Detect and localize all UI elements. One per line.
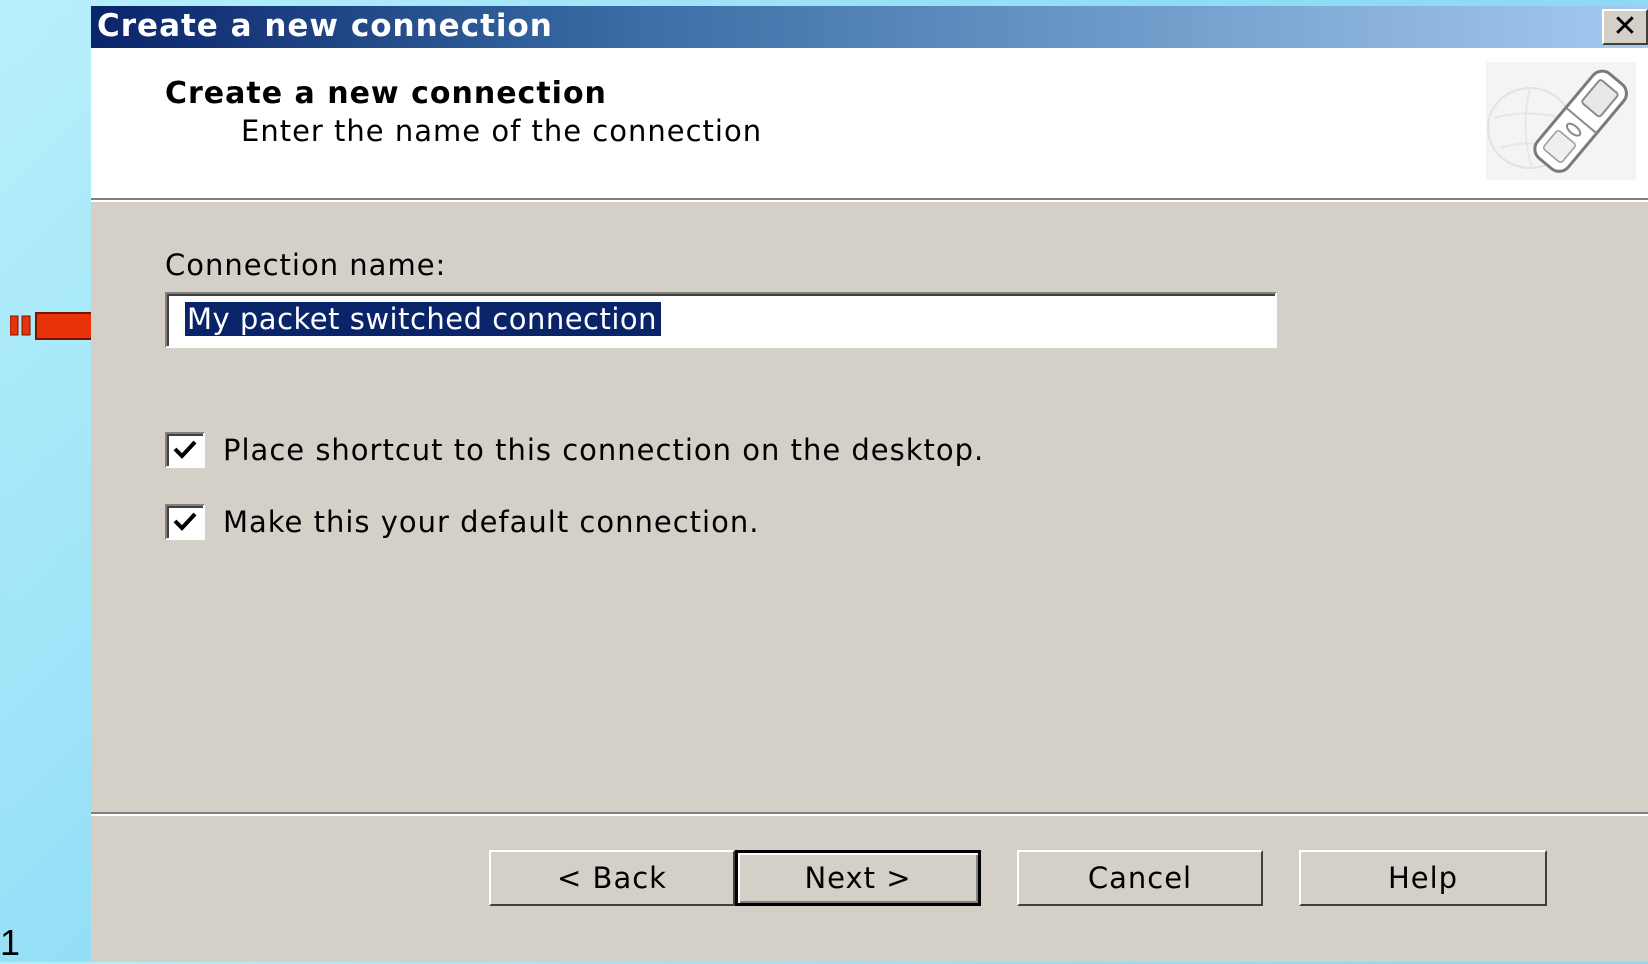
close-icon: ✕ xyxy=(1612,9,1638,44)
checkmark-icon xyxy=(173,512,197,531)
checkmark-icon xyxy=(173,440,197,459)
desktop-shortcut-row[interactable]: Place shortcut to this connection on the… xyxy=(165,432,984,468)
default-connection-label: Make this your default connection. xyxy=(223,505,760,539)
back-button[interactable]: < Back xyxy=(489,850,735,906)
connection-wizard-dialog: Create a new connection ✕ Create a new c… xyxy=(91,6,1648,962)
connection-name-label: Connection name: xyxy=(165,248,447,282)
cancel-button[interactable]: Cancel xyxy=(1017,850,1263,906)
help-button[interactable]: Help xyxy=(1299,850,1547,906)
connection-name-input[interactable]: My packet switched connection xyxy=(165,292,1277,348)
wizard-header: Create a new connection Enter the name o… xyxy=(91,48,1648,202)
button-divider xyxy=(91,812,1648,816)
mobile-phone-globe-icon xyxy=(1486,62,1636,180)
default-connection-row[interactable]: Make this your default connection. xyxy=(165,504,759,540)
desktop-shortcut-checkbox[interactable] xyxy=(165,432,205,468)
header-title: Create a new connection xyxy=(165,76,607,111)
default-connection-checkbox[interactable] xyxy=(165,504,205,540)
slide-number: 1 xyxy=(0,922,21,963)
desktop-shortcut-label: Place shortcut to this connection on the… xyxy=(223,433,985,467)
title-bar[interactable]: Create a new connection ✕ xyxy=(91,6,1648,48)
window-title: Create a new connection xyxy=(97,8,553,44)
next-button[interactable]: Next > xyxy=(735,850,981,906)
header-subtitle: Enter the name of the connection xyxy=(241,114,763,148)
close-button[interactable]: ✕ xyxy=(1602,9,1648,45)
connection-name-value: My packet switched connection xyxy=(185,302,662,336)
